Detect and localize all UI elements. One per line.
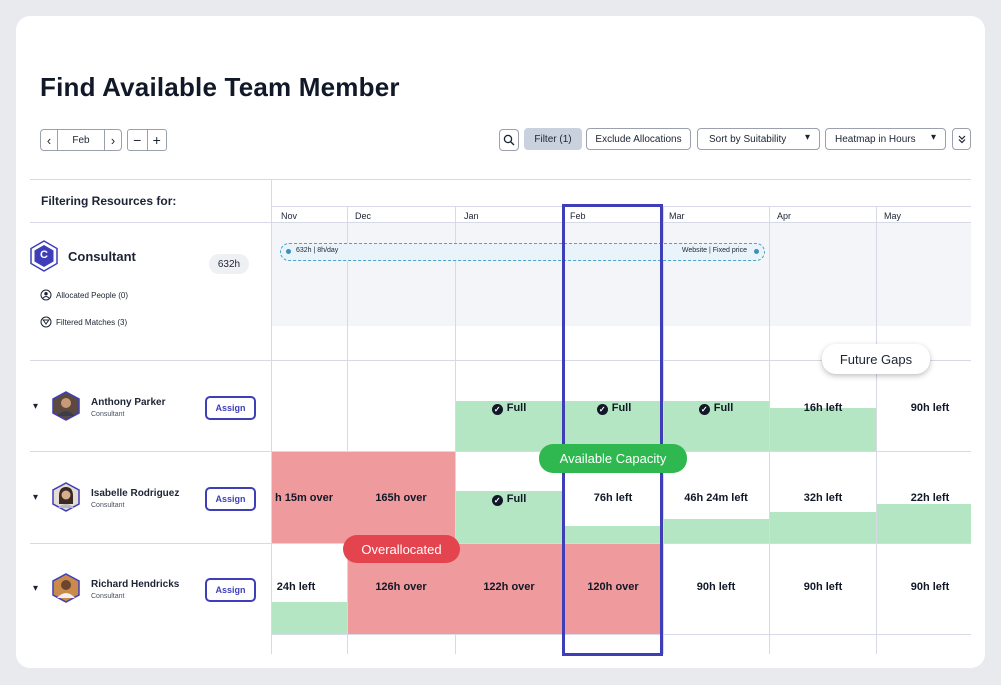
capacity-cell: 24h left	[276, 581, 316, 593]
month-label: Jan	[464, 211, 479, 221]
collapse-button[interactable]	[952, 128, 971, 150]
month-label: Dec	[355, 211, 372, 221]
assign-button[interactable]: Assign	[205, 396, 256, 420]
person-name: Richard Hendricks	[91, 579, 180, 590]
month-navigator: ‹ Feb ›	[40, 129, 122, 151]
person-name: Isabelle Rodriguez	[91, 488, 180, 499]
main-card: Find Available Team Member ‹ Feb › − + F…	[16, 16, 985, 668]
project-bar-right-label: Website | Fixed price	[681, 247, 747, 254]
exclude-allocations-button[interactable]: Exclude Allocations	[586, 128, 691, 150]
column-divider	[876, 207, 877, 654]
available-capacity-callout: Available Capacity	[539, 444, 687, 473]
check-icon: ✓	[491, 495, 503, 506]
future-gaps-callout: Future Gaps	[822, 344, 930, 374]
capacity-cell: 90h left	[910, 402, 950, 414]
month-label: Mar	[669, 211, 685, 221]
check-icon: ✓	[491, 404, 503, 415]
available-fill	[770, 512, 876, 543]
available-fill	[664, 519, 769, 543]
filtering-heading: Filtering Resources for:	[41, 194, 177, 208]
sort-dropdown[interactable]: Sort by Suitability ▾	[697, 128, 820, 150]
available-fill	[770, 408, 876, 451]
next-month-button[interactable]: ›	[104, 130, 121, 150]
capacity-cell: 32h left	[803, 492, 843, 504]
people-icon	[40, 289, 52, 301]
chevron-down-icon: ▾	[930, 132, 936, 143]
person-role: Consultant	[91, 502, 125, 509]
capacity-cell: ✓ Full	[459, 402, 559, 415]
overallocated-callout: Overallocated	[343, 535, 460, 563]
available-fill	[877, 504, 971, 543]
double-chevron-down-icon	[958, 135, 965, 144]
expand-row-chevron-icon[interactable]: ▾	[33, 492, 38, 503]
assign-button[interactable]: Assign	[205, 487, 256, 511]
available-fill	[272, 602, 347, 634]
filtered-matches: Filtered Matches (3)	[56, 318, 128, 327]
current-month-highlight	[562, 204, 663, 656]
zoom-controls: − +	[127, 129, 167, 151]
month-label: May	[884, 211, 902, 221]
sidebar-header-line	[30, 222, 271, 223]
zoom-out-button[interactable]: −	[128, 130, 148, 150]
capacity-cell: h 15m over	[274, 492, 334, 504]
search-icon	[503, 134, 515, 146]
capacity-cell: ✓ Full	[666, 402, 766, 415]
person-role: Consultant	[91, 411, 125, 418]
capacity-cell: 22h left	[910, 492, 950, 504]
chevron-down-icon: ▾	[804, 132, 810, 143]
filter-button[interactable]: Filter (1)	[524, 128, 582, 150]
page-title: Find Available Team Member	[40, 72, 400, 102]
capacity-cell: 126h over	[375, 581, 427, 593]
sort-dropdown-label: Sort by Suitability	[709, 133, 787, 145]
filter-icon	[40, 316, 52, 328]
avatar	[52, 573, 80, 603]
capacity-cell: 16h left	[803, 402, 843, 414]
month-label: Apr	[777, 211, 792, 221]
avatar	[52, 391, 80, 421]
capacity-cell: 90h left	[696, 581, 736, 593]
heatmap-dropdown-label: Heatmap in Hours	[835, 133, 916, 145]
search-button[interactable]	[499, 129, 519, 151]
project-bar[interactable]: 632h | 8h/day Website | Fixed price	[280, 243, 765, 261]
month-label: Nov	[281, 211, 298, 221]
capacity-cell: 165h over	[375, 492, 427, 504]
zoom-in-button[interactable]: +	[148, 130, 167, 150]
capacity-cell: ✓ Full	[459, 493, 559, 506]
allocated-people: Allocated People (0)	[56, 291, 129, 300]
person-name: Anthony Parker	[91, 397, 166, 408]
heatmap-dropdown[interactable]: Heatmap in Hours ▾	[825, 128, 946, 150]
project-bar-end-dot	[754, 249, 759, 254]
capacity-cell-label: Full	[506, 402, 527, 414]
prev-month-button[interactable]: ‹	[41, 130, 58, 150]
current-month-label: Feb	[72, 134, 90, 146]
capacity-cell: 90h left	[803, 581, 843, 593]
capacity-cell: 46h 24m left	[684, 492, 748, 504]
role-name: Consultant	[68, 249, 136, 264]
expand-row-chevron-icon[interactable]: ▾	[33, 583, 38, 594]
capacity-cell: 122h over	[483, 581, 535, 593]
row-divider	[30, 451, 971, 452]
project-bar-start-dot	[286, 249, 291, 254]
capacity-cell-label: Full	[713, 402, 734, 414]
capacity-cell: 90h left	[910, 581, 950, 593]
check-icon: ✓	[698, 404, 710, 415]
hours-badge: 632h	[209, 254, 249, 274]
avatar	[52, 482, 80, 512]
project-bar-left-label: 632h | 8h/day	[296, 247, 339, 254]
grid-top-line	[30, 179, 971, 180]
role-initial: C	[40, 249, 48, 261]
capacity-cell-label: Full	[506, 493, 527, 505]
person-role: Consultant	[91, 593, 125, 600]
expand-row-chevron-icon[interactable]: ▾	[33, 401, 38, 412]
